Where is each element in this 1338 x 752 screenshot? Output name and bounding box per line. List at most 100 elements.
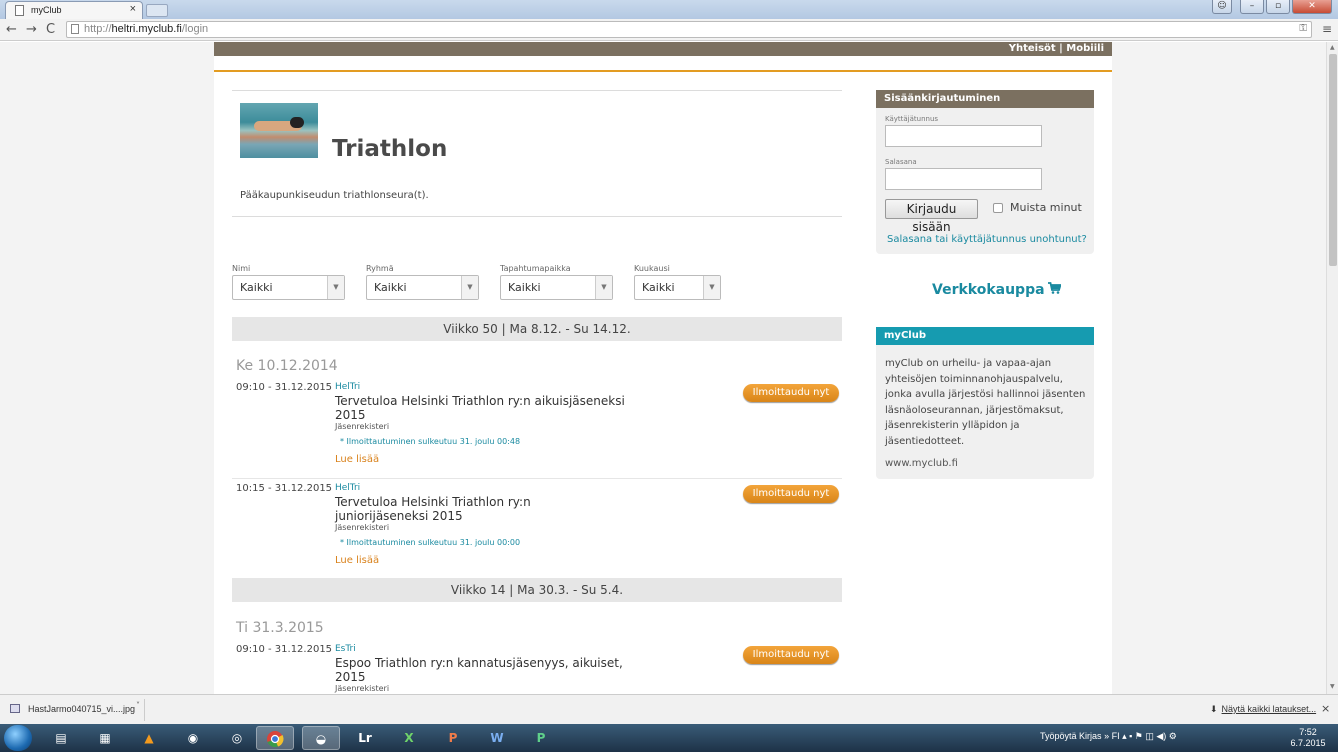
system-tray[interactable]: Työpöytä Kirjas » FI ▴ ▪ ⚑ ◫ ◀) ⚙ bbox=[1040, 731, 1177, 742]
event-group[interactable]: HelTri bbox=[335, 483, 360, 493]
explorer-icon[interactable]: ▤ bbox=[42, 726, 80, 750]
browser-tab[interactable]: myClub × bbox=[5, 1, 143, 19]
filter-month[interactable]: Kuukausi Kaikki ▼ bbox=[634, 264, 721, 300]
page-icon bbox=[71, 24, 79, 34]
register-button[interactable]: Ilmoittaudu nyt bbox=[743, 485, 839, 503]
scroll-down-icon[interactable]: ▼ bbox=[1330, 683, 1335, 690]
login-box: Sisäänkirjautuminen Käyttäjätunnus Salas… bbox=[876, 90, 1094, 254]
menu-icon[interactable]: ≡ bbox=[1322, 22, 1332, 36]
scroll-thumb[interactable] bbox=[1329, 54, 1337, 266]
chevron-down-icon[interactable]: ▼ bbox=[327, 276, 344, 299]
filter-name[interactable]: Nimi Kaikki ▼ bbox=[232, 264, 345, 300]
day-header: Ke 10.12.2014 bbox=[236, 358, 338, 374]
chevron-down-icon[interactable]: ˅ bbox=[136, 701, 140, 710]
event-group[interactable]: EsTri bbox=[335, 644, 356, 654]
scroll-up-icon[interactable]: ▲ bbox=[1330, 44, 1335, 51]
forgot-password-link[interactable]: Salasana tai käyttäjätunnus unohtunut? bbox=[887, 234, 1087, 245]
browser-toolbar: ← → C http://heltri.myclub.fi/login ⚿ ≡ bbox=[0, 19, 1338, 41]
cart-icon bbox=[1047, 282, 1062, 298]
steam-icon[interactable]: ◎ bbox=[218, 726, 256, 750]
event-group[interactable]: HelTri bbox=[335, 382, 360, 392]
chevron-down-icon[interactable]: ▼ bbox=[703, 276, 720, 299]
event-title[interactable]: Tervetuloa Helsinki Triathlon ry:n aikui… bbox=[335, 394, 625, 422]
chevron-down-icon[interactable]: ▼ bbox=[461, 276, 478, 299]
project-icon[interactable]: P bbox=[522, 726, 560, 750]
name-select[interactable]: Kaikki ▼ bbox=[232, 275, 345, 300]
reload-icon[interactable]: C bbox=[46, 22, 55, 37]
windows-taskbar: ▤ ▦ ▲ ◉ ◎ ◒ Lr X P W P Työpöytä Kirjas »… bbox=[0, 724, 1338, 752]
read-more-link[interactable]: Lue lisää bbox=[335, 555, 379, 566]
chevron-down-icon[interactable]: ▼ bbox=[595, 276, 612, 299]
myclub-link[interactable]: www.myclub.fi bbox=[885, 458, 958, 469]
remember-checkbox[interactable] bbox=[993, 203, 1003, 213]
close-download-bar-icon[interactable]: × bbox=[1321, 702, 1330, 715]
password-field[interactable] bbox=[885, 168, 1042, 190]
tab-close-icon[interactable]: × bbox=[130, 3, 136, 15]
download-item[interactable]: HastJarmo040715_vi....jpg ˅ bbox=[4, 699, 145, 721]
login-button[interactable]: Kirjaudu sisään bbox=[885, 199, 978, 234]
download-file-name: HastJarmo040715_vi....jpg bbox=[28, 704, 136, 714]
url-text: http://heltri.myclub.fi/login bbox=[84, 23, 209, 35]
divider bbox=[232, 90, 842, 91]
event-subtitle: Jäsenrekisteri bbox=[335, 422, 390, 431]
club-image bbox=[240, 103, 318, 158]
month-select[interactable]: Kaikki ▼ bbox=[634, 275, 721, 300]
divider bbox=[232, 216, 842, 217]
start-button[interactable] bbox=[4, 725, 32, 751]
folder-icon[interactable]: ▦ bbox=[86, 726, 124, 750]
key-icon[interactable]: ⚿ bbox=[1299, 23, 1307, 34]
address-bar[interactable]: http://heltri.myclub.fi/login ⚿ bbox=[66, 21, 1312, 38]
vlc-icon[interactable]: ▲ bbox=[130, 726, 168, 750]
close-window-button[interactable]: ✕ bbox=[1292, 0, 1332, 14]
minimize-button[interactable]: – bbox=[1240, 0, 1264, 14]
new-tab-button[interactable] bbox=[146, 4, 168, 17]
filter-location[interactable]: Tapahtumapaikka Kaikki ▼ bbox=[500, 264, 613, 300]
register-button[interactable]: Ilmoittaudu nyt bbox=[743, 384, 839, 402]
week-header: Viikko 14 | Ma 30.3. - Su 5.4. bbox=[232, 578, 842, 602]
hdd-icon[interactable]: ◒ bbox=[302, 726, 340, 750]
top-links[interactable]: Yhteisöt | Mobiili bbox=[1009, 43, 1104, 54]
register-button[interactable]: Ilmoittaudu nyt bbox=[743, 646, 839, 664]
club-description: Pääkaupunkiseudun triathlonseura(t). bbox=[240, 190, 429, 201]
clock[interactable]: 7:52 6.7.2015 bbox=[1288, 727, 1328, 749]
word-icon[interactable]: W bbox=[478, 726, 516, 750]
read-more-link[interactable]: Lue lisää bbox=[335, 454, 379, 465]
download-arrow-icon: ⬇ bbox=[1210, 704, 1218, 714]
lightroom-icon[interactable]: Lr bbox=[346, 726, 384, 750]
event-time: 10:15 - 31.12.2015 bbox=[236, 483, 333, 494]
myclub-heading: myClub bbox=[876, 327, 1094, 345]
forward-arrow-icon[interactable]: → bbox=[26, 22, 37, 37]
event-title[interactable]: Espoo Triathlon ry:n kannatusjäsenyys, a… bbox=[335, 656, 625, 684]
day-header: Ti 31.3.2015 bbox=[236, 620, 324, 636]
show-all-downloads-link[interactable]: ⬇ Näytä kaikki lataukset... bbox=[1210, 704, 1316, 715]
page-icon bbox=[15, 5, 24, 16]
header-divider bbox=[214, 70, 1112, 72]
myclub-description: myClub on urheilu- ja vapaa-ajan yhteisö… bbox=[885, 358, 1086, 447]
event-subtitle: Jäsenrekisteri bbox=[335, 523, 390, 532]
event-title[interactable]: Tervetuloa Helsinki Triathlon ry:n junio… bbox=[335, 495, 625, 523]
remember-label: Muista minut bbox=[1010, 201, 1082, 214]
page-viewport: Yhteisöt | Mobiili Triathlon Pääkaupunki… bbox=[0, 42, 1326, 694]
excel-icon[interactable]: X bbox=[390, 726, 428, 750]
back-arrow-icon[interactable]: ← bbox=[6, 22, 17, 37]
page-scrollbar[interactable]: ▲ ▼ bbox=[1326, 42, 1338, 694]
divider bbox=[232, 478, 842, 479]
filter-group[interactable]: Ryhmä Kaikki ▼ bbox=[366, 264, 479, 300]
shop-link[interactable]: Verkkokauppa bbox=[932, 282, 1062, 298]
event-time: 09:10 - 31.12.2015 bbox=[236, 382, 333, 393]
network-icon[interactable]: ◉ bbox=[174, 726, 212, 750]
password-label: Salasana bbox=[885, 158, 917, 166]
event-note: * Ilmoittautuminen sulkeutuu 31. joulu 0… bbox=[340, 538, 521, 547]
username-field[interactable] bbox=[885, 125, 1042, 147]
group-select[interactable]: Kaikki ▼ bbox=[366, 275, 479, 300]
location-select[interactable]: Kaikki ▼ bbox=[500, 275, 613, 300]
tab-title: myClub bbox=[31, 5, 62, 15]
event-time: 09:10 - 31.12.2015 bbox=[236, 644, 333, 655]
window-titlebar: myClub × ☺ – ▫ ✕ bbox=[0, 0, 1338, 19]
chrome-icon[interactable] bbox=[256, 726, 294, 750]
user-icon[interactable]: ☺ bbox=[1212, 0, 1232, 14]
powerpoint-icon[interactable]: P bbox=[434, 726, 472, 750]
username-label: Käyttäjätunnus bbox=[885, 115, 939, 123]
maximize-button[interactable]: ▫ bbox=[1266, 0, 1290, 14]
top-bar: Yhteisöt | Mobiili bbox=[214, 42, 1112, 56]
